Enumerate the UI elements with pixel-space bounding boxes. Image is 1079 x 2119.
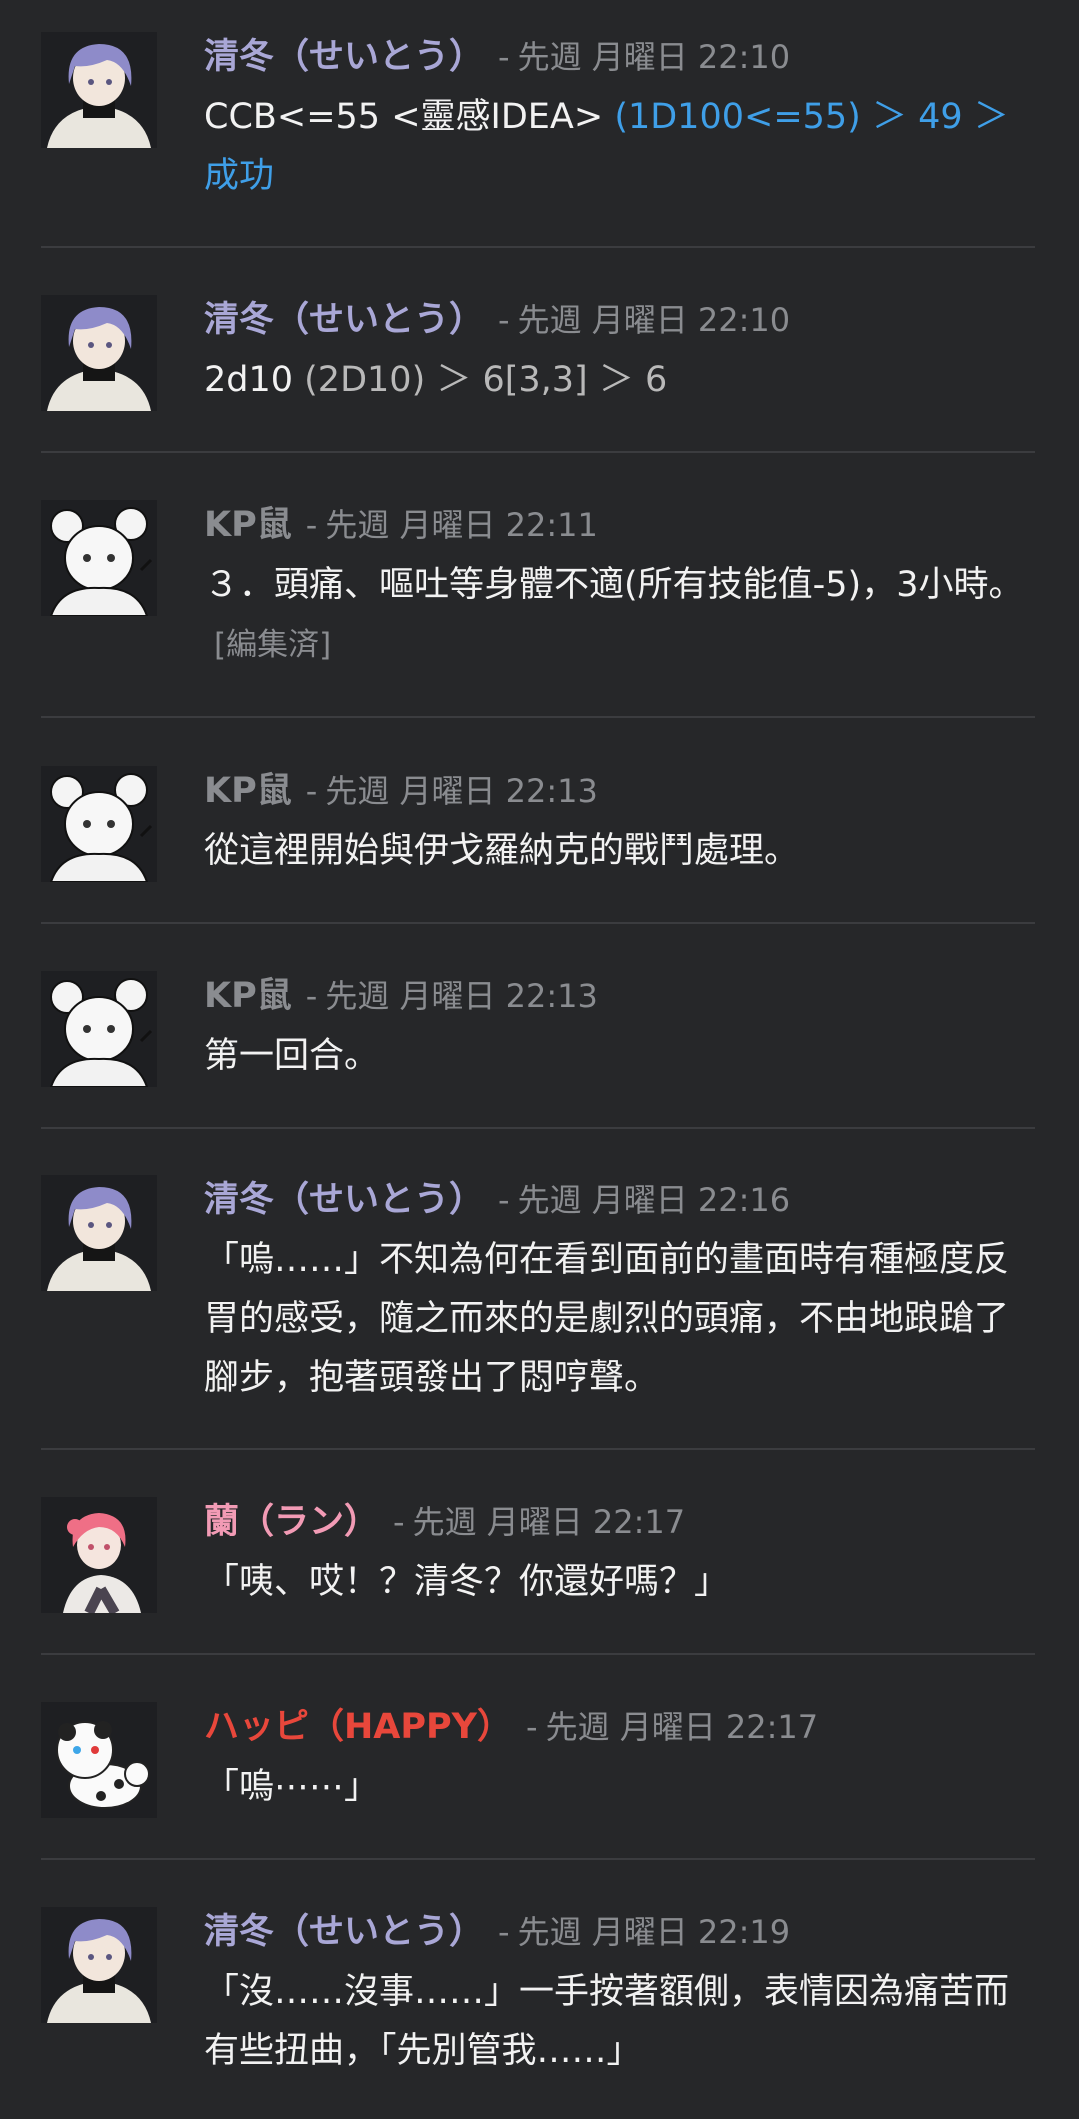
message-divider (41, 451, 1035, 453)
chat-feed: 清冬（せいとう） - 先週 月曜日 22:10 CCB<=55 <靈感IDEA> (… (0, 0, 1079, 2119)
seito-avatar[interactable] (41, 295, 157, 411)
dice-roll-result: (2D10) ＞ 6[3,3] ＞ 6 (304, 360, 668, 400)
message-body: 「嗚⋯⋯」 (204, 1767, 380, 1807)
message-author[interactable]: ハッピ（HAPPY） (204, 1707, 512, 1747)
message-author[interactable]: 清冬（せいとう） (204, 37, 484, 77)
message-divider (41, 246, 1035, 248)
message-timestamp: - 先週 月曜日 22:10 (498, 38, 791, 76)
message-author[interactable]: 蘭（ラン） (204, 1502, 379, 1542)
kp-mouse-avatar[interactable] (41, 971, 157, 1087)
message-timestamp: - 先週 月曜日 22:17 (393, 1503, 686, 1541)
happy-dog-avatar[interactable] (41, 1702, 157, 1818)
message-author[interactable]: KP鼠 (204, 771, 292, 811)
message-timestamp: - 先週 月曜日 22:16 (498, 1181, 791, 1219)
message-divider (41, 1858, 1035, 1860)
message-body: 第一回合。 (204, 1036, 380, 1076)
message-body: 2d10 (2D10) ＞ 6[3,3] ＞ 6 (204, 360, 668, 400)
ran-avatar[interactable] (41, 1497, 157, 1613)
message-body: 從這裡開始與伊戈羅納克的戰鬥處理。 (204, 831, 800, 871)
message-body: 「沒……沒事……」一手按著額側，表情因為痛苦而有些扭曲，「先別管我……」 (204, 1972, 1010, 2071)
message-divider (41, 1448, 1035, 1450)
message-author[interactable]: 清冬（せいとう） (204, 300, 484, 340)
seito-avatar[interactable] (41, 32, 157, 148)
message-author[interactable]: 清冬（せいとう） (204, 1180, 484, 1220)
message-divider (41, 1127, 1035, 1129)
message-body: ３．頭痛、嘔吐等身體不適(所有技能值-5)，3小時。[編集済] (204, 565, 1024, 663)
message-timestamp: - 先週 月曜日 22:19 (498, 1913, 791, 1951)
message-body: 「咦、哎！？清冬？你還好嗎？」 (204, 1562, 730, 1602)
message-timestamp: - 先週 月曜日 22:13 (305, 772, 598, 810)
message-divider (41, 1653, 1035, 1655)
edited-label: [編集済] (214, 627, 332, 663)
message-timestamp: - 先週 月曜日 22:11 (305, 506, 598, 544)
message-divider (41, 922, 1035, 924)
message-body: 「嗚……」不知為何在看到面前的畫面時有種極度反胃的感受，隨之而來的是劇烈的頭痛，… (204, 1240, 1010, 1398)
message-body: CCB<=55 <靈感IDEA> (1D100<=55) ＞ 49 ＞ 成功 (204, 97, 1020, 196)
seito-avatar[interactable] (41, 1175, 157, 1291)
message-timestamp: - 先週 月曜日 22:17 (526, 1708, 819, 1746)
seito-avatar[interactable] (41, 1907, 157, 2023)
message-divider (41, 716, 1035, 718)
message-timestamp: - 先週 月曜日 22:13 (305, 977, 598, 1015)
message-author[interactable]: KP鼠 (204, 976, 292, 1016)
kp-mouse-avatar[interactable] (41, 500, 157, 616)
message-timestamp: - 先週 月曜日 22:10 (498, 301, 791, 339)
kp-mouse-avatar[interactable] (41, 766, 157, 882)
message-author[interactable]: KP鼠 (204, 505, 292, 545)
message-author[interactable]: 清冬（せいとう） (204, 1912, 484, 1952)
